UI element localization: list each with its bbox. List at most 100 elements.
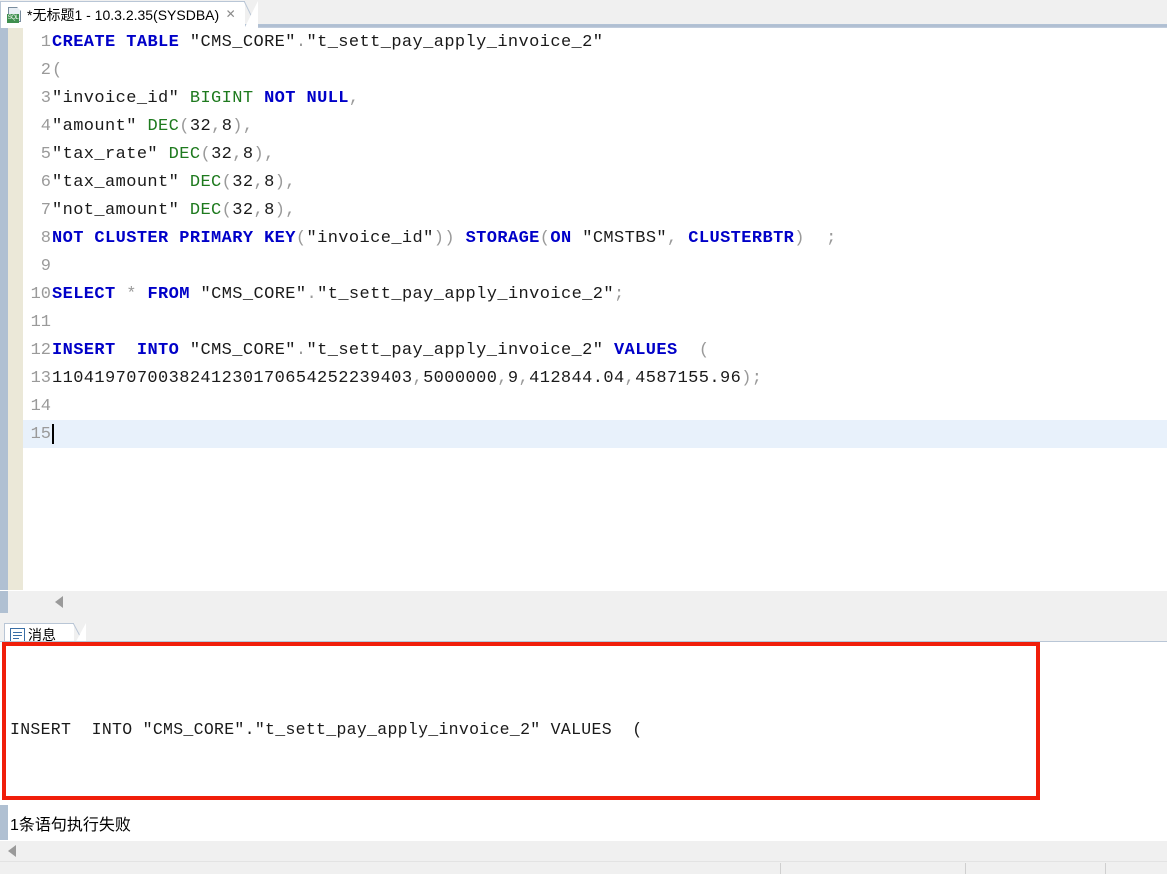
token-kw: KEY <box>264 228 296 248</box>
panel-scroll-left-arrow-icon[interactable] <box>8 845 16 857</box>
line-number: 5 <box>40 144 51 164</box>
token-str: "CMS_CORE" <box>189 340 296 360</box>
code-line[interactable]: 13 1104197070038241230170654252239403,500… <box>23 364 1167 392</box>
token-kw: CLUSTERBTR <box>688 228 795 248</box>
token-pun: ), <box>274 200 296 220</box>
code-line[interactable]: 15 <box>23 420 1167 448</box>
line-number: 9 <box>40 256 51 276</box>
token-pun <box>137 117 148 136</box>
line-text: "not_amount" DEC(32,8), <box>52 201 296 220</box>
token-kw: SELECT <box>52 284 116 304</box>
status-separator-3 <box>1105 863 1106 874</box>
code-line[interactable]: 7 "not_amount" DEC(32,8), <box>23 196 1167 224</box>
token-pun: , <box>348 88 360 108</box>
editor-fold-strip[interactable] <box>8 28 23 590</box>
line-number: 15 <box>30 424 51 444</box>
code-line[interactable]: 8 NOT CLUSTER PRIMARY KEY("invoice_id")) … <box>23 224 1167 252</box>
token-pun <box>572 229 583 248</box>
token-str: "tax_amount" <box>52 172 180 192</box>
code-line[interactable]: 3 "invoice_id" BIGINT NOT NULL, <box>23 84 1167 112</box>
code-line[interactable]: 5 "tax_rate" DEC(32,8), <box>23 140 1167 168</box>
token-pun: ( <box>221 200 233 220</box>
token-pun <box>603 341 614 360</box>
status-bar <box>0 861 1167 874</box>
line-number: 8 <box>40 228 51 248</box>
token-pun <box>296 89 307 108</box>
close-icon[interactable]: ✕ <box>224 8 237 21</box>
line-text: 1104197070038241230170654252239403,50000… <box>52 369 762 388</box>
token-num: 32 <box>232 172 254 192</box>
token-pun <box>179 201 190 220</box>
execution-summary-text: 1条语句执行失败 <box>10 817 131 834</box>
token-pun: , <box>253 172 265 192</box>
token-pun: )) <box>433 228 455 248</box>
token-str: "invoice_id" <box>306 228 434 248</box>
code-line[interactable]: 10 SELECT * FROM "CMS_CORE"."t_sett_pay_a… <box>23 280 1167 308</box>
code-line[interactable]: 12 INSERT INTO "CMS_CORE"."t_sett_pay_app… <box>23 336 1167 364</box>
token-pun <box>455 229 466 248</box>
token-pun <box>169 229 180 248</box>
code-line[interactable]: 1 CREATE TABLE "CMS_CORE"."t_sett_pay_app… <box>23 28 1167 56</box>
token-pun: , <box>518 368 530 388</box>
code-line[interactable]: 14 <box>23 392 1167 420</box>
panel-horizontal-scrollbar[interactable] <box>0 840 1167 864</box>
token-pun: ( <box>221 172 233 192</box>
line-number: 12 <box>30 340 51 360</box>
line-text: "tax_rate" DEC(32,8), <box>52 145 275 164</box>
token-pun: , <box>624 368 636 388</box>
token-num: 8 <box>264 200 275 220</box>
token-num: 32 <box>211 144 233 164</box>
line-number: 7 <box>40 200 51 220</box>
editor-scroll-rail <box>0 591 8 614</box>
code-line[interactable]: 11 <box>23 308 1167 336</box>
scroll-left-arrow-icon[interactable] <box>55 596 63 608</box>
token-pun <box>190 285 201 304</box>
summary-left-rail <box>0 805 8 840</box>
token-pun: ( <box>200 144 212 164</box>
line-text: NOT CLUSTER PRIMARY KEY("invoice_id")) S… <box>52 229 837 248</box>
token-pun <box>179 89 190 108</box>
token-str: "tax_rate" <box>52 144 159 164</box>
token-pun: * <box>126 284 137 304</box>
line-text: "tax_amount" DEC(32,8), <box>52 173 296 192</box>
token-pun <box>179 33 190 52</box>
token-pun: ), <box>274 172 296 192</box>
token-pun: ), <box>232 116 254 136</box>
line-number: 13 <box>30 368 51 388</box>
token-kw: NOT <box>264 88 296 108</box>
token-str: "invoice_id" <box>52 88 180 108</box>
token-pun <box>678 229 689 248</box>
code-lines-container[interactable]: 1 CREATE TABLE "CMS_CORE"."t_sett_pay_app… <box>23 28 1167 590</box>
token-kw: ON <box>550 228 572 248</box>
line-text <box>52 423 54 444</box>
token-pun: , <box>667 228 678 248</box>
message-output-area[interactable]: INSERT INTO "CMS_CORE"."t_sett_pay_apply… <box>0 641 1167 813</box>
token-pun: ), <box>253 144 275 164</box>
token-pun <box>179 173 190 192</box>
code-line[interactable]: 9 <box>23 252 1167 280</box>
token-pun <box>253 89 264 108</box>
token-pun <box>158 145 169 164</box>
text-cursor <box>52 423 54 444</box>
token-pun: . <box>306 284 318 304</box>
token-typ: DEC <box>168 144 201 164</box>
message-tab-strip: 消息 <box>0 618 1167 647</box>
code-line[interactable]: 6 "tax_amount" DEC(32,8), <box>23 168 1167 196</box>
code-line[interactable]: 2( <box>23 56 1167 84</box>
editor-tab-untitled1[interactable]: SQL *无标题1 - 10.3.2.35(SYSDBA) ✕ <box>0 1 259 29</box>
editor-tab-title: *无标题1 - 10.3.2.35(SYSDBA) <box>27 7 220 23</box>
token-pun: , <box>497 368 508 388</box>
token-num: 8 <box>221 116 233 136</box>
message-text-block: INSERT INTO "CMS_CORE"."t_sett_pay_apply… <box>10 652 1167 813</box>
token-num: 4587155.96 <box>635 368 742 388</box>
editor-horizontal-scrollbar[interactable] <box>0 590 1167 614</box>
line-text: ( <box>52 61 63 80</box>
token-pun: ; <box>613 284 625 304</box>
code-editor[interactable]: 1 CREATE TABLE "CMS_CORE"."t_sett_pay_app… <box>0 28 1167 590</box>
token-str: "not_amount" <box>52 200 180 220</box>
token-typ: DEC <box>189 172 222 192</box>
token-kw: NULL <box>306 88 349 108</box>
token-num: 8 <box>264 172 275 192</box>
editor-tab-bar: SQL *无标题1 - 10.3.2.35(SYSDBA) ✕ <box>0 0 1167 29</box>
code-line[interactable]: 4 "amount" DEC(32,8), <box>23 112 1167 140</box>
